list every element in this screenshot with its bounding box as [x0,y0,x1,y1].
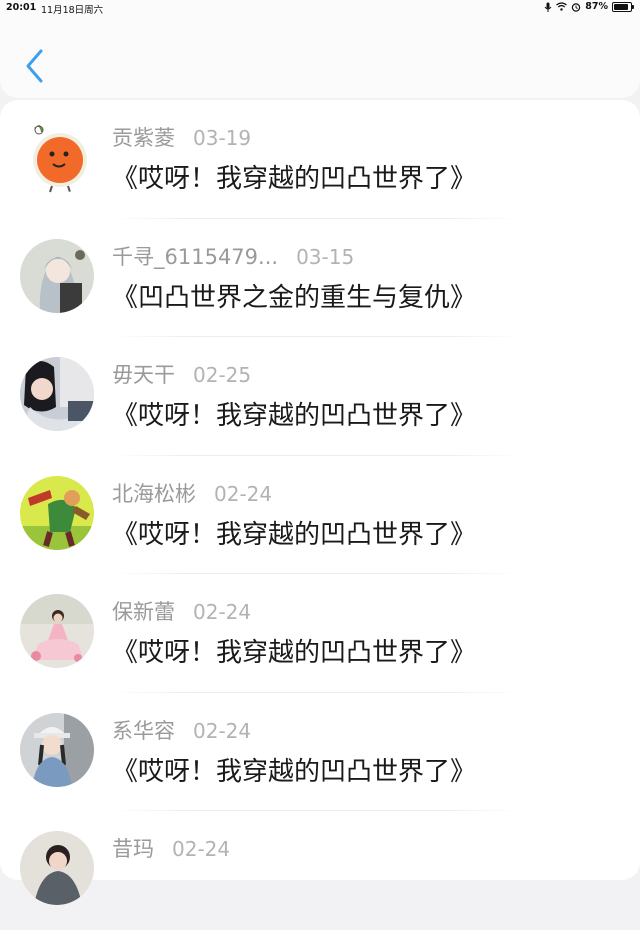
reader-name[interactable]: 贡紫菱 [112,122,175,152]
avatar[interactable] [20,831,94,905]
reader-meta: 北海松彬 02-24 [112,478,272,508]
list-item[interactable]: 系华容 02-24 《哎呀！我穿越的凹凸世界了》 [0,693,640,811]
reader-name[interactable]: 保新蕾 [112,596,175,626]
read-date: 02-24 [193,718,252,743]
reader-name[interactable]: 千寻_6115479... [112,241,278,271]
reader-name[interactable]: 北海松彬 [112,478,196,508]
avatar[interactable] [20,594,94,668]
reader-list-card: 贡紫菱 03-19 《哎呀！我穿越的凹凸世界了》 千寻_6115479... 03-15… [0,100,640,905]
reader-name[interactable]: 昔玛 [112,833,154,863]
status-time: 20:01 [6,2,37,13]
status-bar: 20:01 11月18日周六 87% [0,0,640,16]
battery-icon [612,1,634,12]
status-date: 11月18日周六 [41,5,104,16]
reader-meta: 千寻_6115479... 03-15 [112,241,354,271]
list-item[interactable]: 昔玛 02-24 [0,811,640,930]
book-title[interactable]: 《哎呀！我穿越的凹凸世界了》 [112,632,476,669]
mic-icon [544,2,552,12]
status-icons: 87% [544,1,634,12]
avatar[interactable] [20,120,94,194]
list-item[interactable]: 北海松彬 02-24 《哎呀！我穿越的凹凸世界了》 [0,456,640,574]
read-date: 02-24 [193,600,252,624]
read-date: 03-19 [193,126,252,150]
book-title[interactable]: 《哎呀！我穿越的凹凸世界了》 [112,751,476,788]
read-date: 03-15 [296,244,355,269]
avatar[interactable] [20,475,94,550]
book-title[interactable]: 《哎呀！我穿越的凹凸世界了》 [112,514,476,551]
avatar[interactable] [20,357,94,431]
book-title[interactable]: 《哎呀！我穿越的凹凸世界了》 [112,158,476,195]
reader-list: 贡紫菱 03-19 《哎呀！我穿越的凹凸世界了》 千寻_6115479... 03-15… [0,100,640,930]
battery-percent: 87% [585,1,608,12]
book-title[interactable]: 《凹凸世界之金的重生与复仇》 [112,277,476,314]
reader-meta: 贡紫菱 03-19 [112,122,251,152]
reader-name[interactable]: 毋天干 [112,359,175,389]
list-item[interactable]: 千寻_6115479... 03-15 《凹凸世界之金的重生与复仇》 [0,219,640,337]
avatar[interactable] [20,712,94,787]
read-date: 02-24 [172,837,231,861]
read-date: 02-24 [214,481,273,506]
alarm-icon [572,2,581,12]
read-date: 02-25 [193,363,252,387]
list-item[interactable]: 毋天干 02-25 《哎呀！我穿越的凹凸世界了》 [0,337,640,456]
reader-meta: 系华容 02-24 [112,715,251,745]
list-item[interactable]: 贡紫菱 03-19 《哎呀！我穿越的凹凸世界了》 [0,100,640,219]
back-button[interactable] [20,46,50,86]
wifi-icon [556,2,568,11]
avatar[interactable] [20,238,94,313]
list-item[interactable]: 保新蕾 02-24 《哎呀！我穿越的凹凸世界了》 [0,574,640,693]
book-title[interactable]: 《哎呀！我穿越的凹凸世界了》 [112,395,476,432]
reader-meta: 保新蕾 02-24 [112,596,251,626]
reader-name[interactable]: 系华容 [112,715,175,745]
reader-meta: 昔玛 02-24 [112,833,230,863]
reader-meta: 毋天干 02-25 [112,359,251,389]
chevron-left-icon [26,49,43,83]
nav-bar [0,16,640,98]
